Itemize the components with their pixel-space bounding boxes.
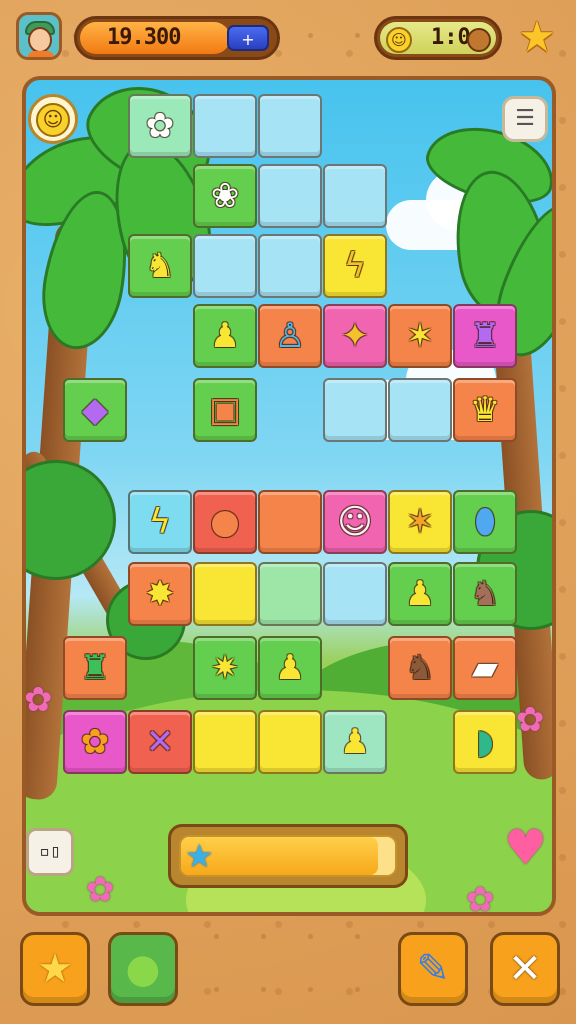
- avatar-body: [27, 51, 55, 57]
- cross-tool-icon: ✕: [145, 722, 175, 762]
- board-tile[interactable]: [258, 234, 322, 298]
- figure-icon: ♙: [274, 316, 306, 356]
- eggplant-icon: ⬮: [474, 502, 496, 542]
- leaf-icon: ✿: [145, 106, 175, 146]
- star-figure-icon: ✷: [210, 648, 240, 688]
- board-tile[interactable]: ♟: [258, 636, 322, 700]
- game-board-area: ✿ ✿ ✿ ✿ ♥ ✿ ❀ ♞ ϟ ♟ ♙ ✦ ✶ ♜ ◆ ▣ ♛ ϟ ● ☺ …: [22, 76, 556, 916]
- creature-icon: ♞: [144, 246, 176, 286]
- bird-icon: ✦: [340, 316, 370, 356]
- board-tile[interactable]: ✷: [193, 636, 257, 700]
- board-tile[interactable]: ●: [193, 490, 257, 554]
- dog-icon: ♞: [404, 648, 436, 688]
- figure-icon: ♟: [274, 648, 306, 688]
- timer-value: 1:0: [431, 25, 471, 50]
- figure-icon: ♟: [404, 574, 436, 614]
- animal-icon: ♞: [469, 574, 501, 614]
- figure-icon: ♟: [339, 722, 371, 762]
- flower-icon: ✿: [80, 722, 110, 762]
- board-tile[interactable]: ▣: [193, 378, 257, 442]
- smiley-icon: ☺: [36, 103, 70, 137]
- board-tile[interactable]: [388, 378, 452, 442]
- board-tile[interactable]: ⬮: [453, 490, 517, 554]
- pink-flower-icon: ✿: [86, 870, 115, 910]
- avatar-face: [28, 27, 52, 53]
- board-tile[interactable]: ♞: [128, 234, 192, 298]
- eraser-icon: ▰: [471, 648, 499, 688]
- candy-icon: ◆: [81, 390, 109, 430]
- tulip-icon: ♥: [504, 820, 548, 876]
- board-tile[interactable]: ♜: [63, 636, 127, 700]
- board-tile[interactable]: ♞: [388, 636, 452, 700]
- board-tile[interactable]: [258, 490, 322, 554]
- star-figure-icon: ✶: [405, 316, 435, 356]
- star-figure-icon: ✶: [405, 502, 435, 542]
- board-tile[interactable]: [193, 94, 257, 158]
- lightning-icon: ϟ: [343, 246, 367, 286]
- board-tile[interactable]: ✸: [128, 562, 192, 626]
- burst-icon: ✸: [145, 574, 175, 614]
- score-value: 19.300: [107, 25, 181, 50]
- pink-flower-icon: ✿: [516, 700, 545, 740]
- board-tile[interactable]: ✶: [388, 490, 452, 554]
- coin-icon: [467, 28, 491, 52]
- board-tile[interactable]: ♟: [193, 304, 257, 368]
- board-tile[interactable]: [258, 94, 322, 158]
- add-score-button[interactable]: +: [227, 25, 269, 51]
- menu-button[interactable]: ☰: [502, 96, 548, 142]
- star-badge-icon[interactable]: ★: [514, 14, 560, 60]
- board-tile[interactable]: [323, 164, 387, 228]
- board-tile[interactable]: ✦: [323, 304, 387, 368]
- carrot-icon: ●: [210, 502, 240, 542]
- board-tile[interactable]: [258, 164, 322, 228]
- trophy-icon: ♛: [469, 390, 501, 430]
- board-tile[interactable]: ▰: [453, 636, 517, 700]
- player-avatar[interactable]: [16, 12, 62, 60]
- pencil-button[interactable]: ✎: [398, 932, 468, 1006]
- board-tile[interactable]: [323, 562, 387, 626]
- board-tile[interactable]: ♞: [453, 562, 517, 626]
- tower-icon: ♜: [79, 648, 111, 688]
- board-tile[interactable]: ◆: [63, 378, 127, 442]
- board-tile[interactable]: [193, 562, 257, 626]
- score-counter: 19.300 +: [74, 16, 280, 60]
- board-tile[interactable]: ✕: [128, 710, 192, 774]
- board-tile[interactable]: ◗: [453, 710, 517, 774]
- board-tile[interactable]: ✶: [388, 304, 452, 368]
- pink-flower-icon: ✿: [24, 680, 53, 720]
- board-tile[interactable]: [258, 562, 322, 626]
- board-tile[interactable]: ❀: [193, 164, 257, 228]
- board-tile[interactable]: ϟ: [323, 234, 387, 298]
- level-progress-bar: ★: [168, 824, 408, 888]
- board-tile[interactable]: ✿: [63, 710, 127, 774]
- smile-icon: ☺: [386, 27, 412, 53]
- gift-icon: ▣: [208, 390, 242, 430]
- board-tile[interactable]: ✿: [128, 94, 192, 158]
- pet-button[interactable]: ●: [108, 932, 178, 1006]
- board-tile[interactable]: ♟: [323, 710, 387, 774]
- board-tile[interactable]: [193, 234, 257, 298]
- lightning-icon: ϟ: [148, 502, 172, 542]
- board-tile[interactable]: ♜: [453, 304, 517, 368]
- close-button[interactable]: ✕: [490, 932, 560, 1006]
- board-tile[interactable]: ♛: [453, 378, 517, 442]
- board-tile[interactable]: ϟ: [128, 490, 192, 554]
- board-tile[interactable]: [193, 710, 257, 774]
- star-button[interactable]: ★: [20, 932, 90, 1006]
- tool-button[interactable]: ▫▯: [26, 828, 74, 876]
- progress-star-icon: ★: [185, 837, 214, 875]
- leaf-icon: ❀: [210, 176, 240, 216]
- pink-flower-icon: ✿: [466, 880, 495, 916]
- figure-icon: ♟: [209, 316, 241, 356]
- board-tile[interactable]: ♙: [258, 304, 322, 368]
- potion-icon: ♜: [469, 316, 501, 356]
- smiley-button[interactable]: ☺: [28, 94, 78, 144]
- board-tile[interactable]: [323, 378, 387, 442]
- board-tile[interactable]: ☺: [323, 490, 387, 554]
- cat-icon: ☺: [337, 502, 373, 542]
- board-tile[interactable]: ♟: [388, 562, 452, 626]
- timer-counter: ☺ 1:0: [374, 16, 502, 60]
- turtle-icon: ◗: [476, 722, 494, 762]
- board-tile[interactable]: [258, 710, 322, 774]
